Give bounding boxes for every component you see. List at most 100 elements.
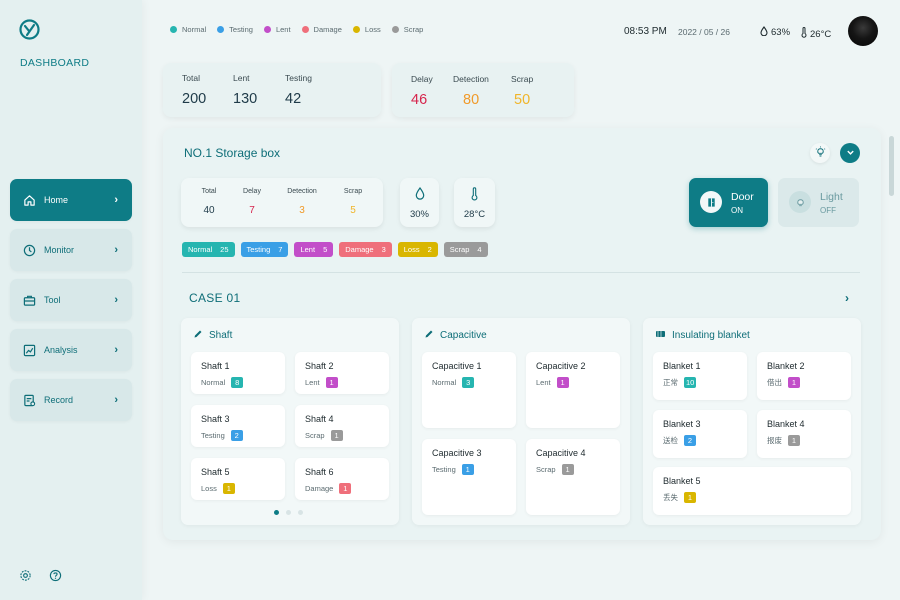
status-chip[interactable]: Damage 3 <box>339 242 392 257</box>
settings-icon[interactable] <box>19 569 32 582</box>
list-item[interactable]: Shaft 5 Loss 1 <box>191 458 285 500</box>
list-item[interactable]: Capacitive 3 Testing 1 <box>422 439 516 515</box>
count-badge: 2 <box>684 435 696 446</box>
group-insulating-blanket: Insulating blanket Blanket 1 正常 10 Blanke… <box>643 318 861 525</box>
sidebar-item-analysis[interactable]: Analysis › <box>10 329 132 371</box>
chevron-down-icon <box>846 144 855 162</box>
sidebar-item-monitor[interactable]: Monitor › <box>10 229 132 271</box>
list-item[interactable]: Blanket 5 丢失 1 <box>653 467 851 515</box>
group-title: Capacitive <box>424 329 487 342</box>
count-badge: 1 <box>461 464 474 475</box>
case-title: CASE 01 <box>189 291 241 305</box>
list-item[interactable]: Shaft 6 Damage 1 <box>295 458 389 500</box>
light-toggle[interactable]: Light OFF <box>778 178 859 227</box>
group-capacitive: Capacitive Capacitive 1 Normal 3 Capaciti… <box>412 318 630 525</box>
list-item[interactable]: Blanket 4 报废 1 <box>757 410 851 458</box>
status-chip[interactable]: Scrap 4 <box>443 242 488 257</box>
page-dot[interactable] <box>274 510 279 515</box>
stat-lent: Lent 130 <box>233 73 258 107</box>
count-badge: 3 <box>462 377 475 388</box>
count-badge: 1 <box>788 435 800 446</box>
door-icon <box>700 191 722 213</box>
list-item[interactable]: Capacitive 2 Lent 1 <box>526 352 620 428</box>
legend-dot <box>170 26 177 33</box>
help-icon[interactable] <box>49 569 62 582</box>
count-badge: 8 <box>231 377 244 388</box>
list-item[interactable]: Blanket 3 送检 2 <box>653 410 747 458</box>
summary-card-alerts: Delay 46 Detection 80 Scrap 50 <box>392 63 574 117</box>
storage-stat-detection: Detection 3 <box>287 188 317 216</box>
lightbulb-icon <box>815 144 826 162</box>
count-badge: 1 <box>684 492 696 503</box>
status-chips: Normal 25 Testing 7 Lent 5 Damage 3 Loss 2 Sc… <box>182 242 488 257</box>
list-item[interactable]: Shaft 4 Scrap 1 <box>295 405 389 447</box>
count-badge: 1 <box>325 377 338 388</box>
lightbulb-button[interactable] <box>810 143 830 163</box>
header-humidity: 63% <box>760 26 790 39</box>
count-badge: 1 <box>330 430 343 441</box>
count-badge: 1 <box>561 464 574 475</box>
group-title: Insulating blanket <box>655 329 750 342</box>
sidebar-item-record[interactable]: Record › <box>10 379 132 421</box>
clock-time: 08:53 PM <box>624 26 667 37</box>
brand-title: DASHBOARD <box>20 57 90 69</box>
list-item[interactable]: Shaft 3 Testing 2 <box>191 405 285 447</box>
legend-item: Scrap <box>391 25 423 34</box>
top-bar: Normal Testing Lent Damage Loss Scrap 08… <box>170 16 880 46</box>
blanket-icon <box>655 329 666 342</box>
page-dot[interactable] <box>298 510 303 515</box>
list-item[interactable]: Capacitive 1 Normal 3 <box>422 352 516 428</box>
list-item[interactable]: Blanket 2 借出 1 <box>757 352 851 400</box>
monitor-icon <box>22 243 36 257</box>
status-chip[interactable]: Loss 2 <box>397 242 438 257</box>
home-icon <box>22 193 36 207</box>
legend-dot <box>352 26 360 33</box>
page-dot[interactable] <box>286 510 291 515</box>
status-chip[interactable]: Lent 5 <box>294 242 334 257</box>
group-title: Shaft <box>193 329 232 342</box>
chevron-right-icon: › <box>114 194 118 206</box>
legend-item: Loss <box>352 25 381 34</box>
avatar[interactable] <box>848 16 878 46</box>
sidebar-item-label: Home <box>44 195 69 205</box>
droplet-icon <box>760 26 768 39</box>
stat-detection: Detection 80 <box>453 74 489 108</box>
count-badge: 1 <box>339 483 352 494</box>
legend-item: Damage <box>301 25 342 34</box>
count-badge: 10 <box>684 377 697 388</box>
chevron-right-icon: › <box>114 344 118 356</box>
logo-icon[interactable] <box>19 19 40 40</box>
count-badge: 1 <box>556 377 569 388</box>
chevron-right-icon[interactable]: › <box>845 291 849 305</box>
storage-humidity: 30% <box>400 178 439 227</box>
collapse-button[interactable] <box>840 143 860 163</box>
scrollbar-thumb[interactable] <box>889 136 894 196</box>
storage-temperature: 28°C <box>454 178 495 227</box>
lightbulb-icon <box>789 191 811 213</box>
droplet-icon <box>400 187 439 201</box>
door-toggle[interactable]: Door ON <box>689 178 768 227</box>
chart-icon <box>22 343 36 357</box>
pagination-dots <box>274 510 303 515</box>
summary-card-inventory: Total 200 Lent 130 Testing 42 <box>163 63 381 117</box>
stat-scrap: Scrap 50 <box>511 74 534 108</box>
storage-stat-delay: Delay 7 <box>243 188 261 216</box>
sidebar-item-home[interactable]: Home › <box>10 179 132 221</box>
status-chip[interactable]: Normal 25 <box>182 242 235 257</box>
sidebar-item-label: Record <box>44 395 74 405</box>
divider <box>182 272 860 273</box>
sidebar: DASHBOARD Home › Monitor › Tool › Analys… <box>0 0 142 600</box>
storage-title: NO.1 Storage box <box>184 146 281 160</box>
storage-stat-scrap: Scrap 5 <box>343 188 363 216</box>
status-chip[interactable]: Testing 7 <box>240 242 289 257</box>
list-item[interactable]: Blanket 1 正常 10 <box>653 352 747 400</box>
group-shaft: Shaft Shaft 1 Normal 8 Shaft 2 Lent 1 Shaf… <box>181 318 399 525</box>
stat-delay: Delay 46 <box>411 74 433 108</box>
sidebar-item-tool[interactable]: Tool › <box>10 279 132 321</box>
list-item[interactable]: Shaft 1 Normal 8 <box>191 352 285 394</box>
list-item[interactable]: Capacitive 4 Scrap 1 <box>526 439 620 515</box>
pen-icon <box>424 329 434 342</box>
legend-item: Testing <box>217 25 253 34</box>
legend-dot <box>391 26 399 33</box>
list-item[interactable]: Shaft 2 Lent 1 <box>295 352 389 394</box>
